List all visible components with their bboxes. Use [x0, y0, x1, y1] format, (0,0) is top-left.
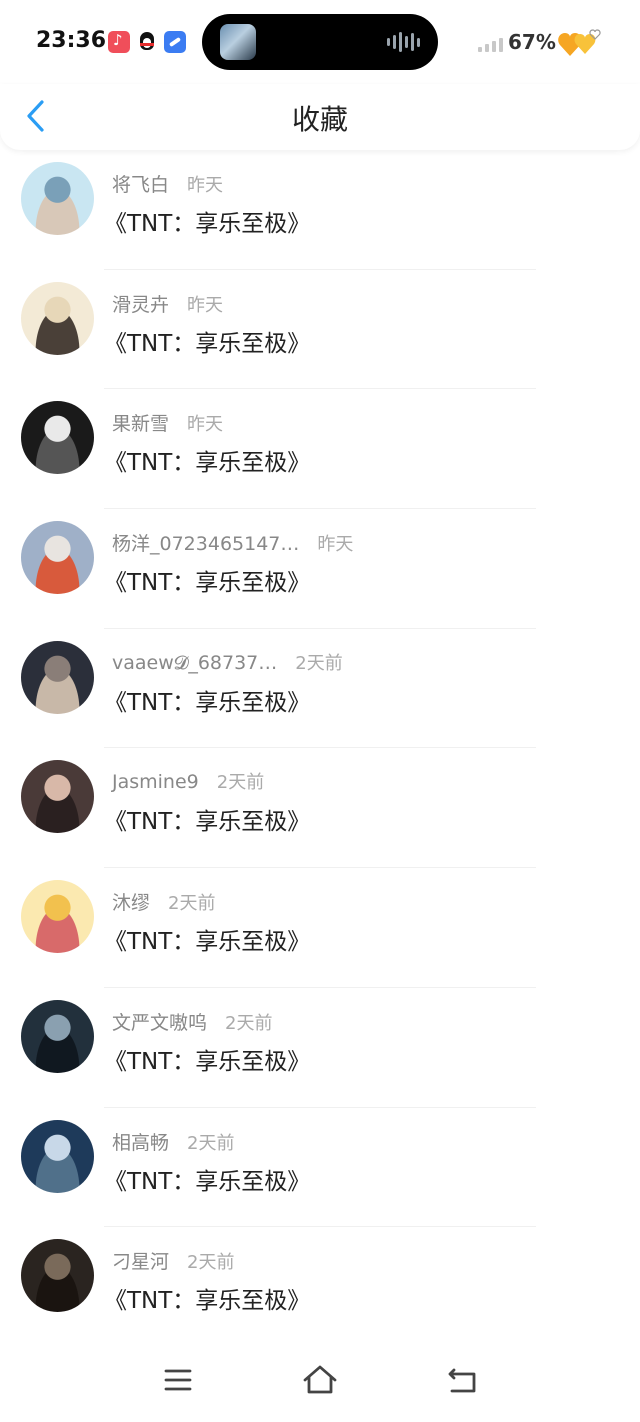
favorite-title: 《TNT：享乐至极》 — [104, 929, 311, 956]
timestamp: 昨天 — [187, 294, 224, 316]
meta-line: 滑灵卉 昨天 — [112, 290, 223, 317]
timestamp: 2天前 — [295, 652, 343, 674]
back-icon[interactable] — [442, 1362, 482, 1398]
battery-percentage: 67% — [508, 30, 556, 54]
favorite-item[interactable]: vaaew𝓓_68737… 2天前《TNT：享乐至极》 — [0, 629, 640, 749]
hearts-icon — [558, 29, 601, 56]
favorite-item[interactable]: 杨洋_0723465147… 昨天 《TNT：享乐至极》 — [0, 509, 640, 629]
username[interactable]: 相高畅 — [112, 1132, 169, 1154]
favorite-item[interactable]: 沐缪 2天前《TNT：享乐至极》 — [0, 868, 640, 988]
favorite-title: 《TNT：享乐至极》 — [104, 211, 311, 237]
dynamic-island[interactable] — [202, 14, 438, 70]
timestamp: 2天前 — [216, 772, 265, 794]
timestamp: 昨天 — [187, 414, 224, 436]
menu-icon[interactable] — [158, 1362, 198, 1398]
blue-app-icon — [164, 31, 186, 53]
header-bar: 收藏 — [0, 84, 640, 150]
username[interactable]: 文严文嗷呜 — [112, 1012, 207, 1034]
favorite-item[interactable]: 相高畅 2天前《TNT：享乐至极》 — [0, 1108, 640, 1228]
meta-line: 果新雪 昨天 — [112, 409, 223, 436]
avatar[interactable] — [21, 999, 94, 1073]
timestamp: 昨天 — [317, 534, 354, 556]
timestamp: 2天前 — [187, 1132, 235, 1154]
avatar[interactable] — [21, 760, 94, 834]
avatar[interactable] — [21, 521, 94, 595]
audio-wave-icon — [387, 32, 420, 52]
favorite-title: 《TNT：享乐至极》 — [104, 1168, 311, 1195]
favorite-item[interactable]: 滑灵卉 昨天《TNT：享乐至极》 — [0, 270, 640, 390]
username[interactable]: Jasmine9 — [112, 771, 199, 793]
meta-line: Jasmine9 2天前 — [112, 768, 264, 794]
username[interactable]: 杨洋_0723465147… — [112, 533, 299, 555]
status-bar: 23:36 67% — [0, 0, 640, 84]
favorite-title: 《TNT：享乐至极》 — [104, 1048, 311, 1075]
favorite-item[interactable]: Jasmine9 2天前《TNT：享乐至极》 — [0, 748, 640, 869]
system-nav-bar — [0, 1340, 640, 1422]
timestamp: 昨天 — [187, 175, 224, 196]
favorite-item[interactable]: 果新雪 昨天《TNT：享乐至极》 — [0, 389, 640, 510]
timestamp: 2天前 — [225, 1012, 273, 1034]
home-icon[interactable] — [300, 1362, 340, 1398]
username[interactable]: 沐缪 — [112, 892, 150, 914]
avatar[interactable] — [21, 281, 94, 355]
username[interactable]: vaaew𝓓_68737… — [112, 652, 277, 674]
avatar[interactable] — [21, 880, 94, 954]
timestamp: 2天前 — [187, 1252, 235, 1274]
avatar[interactable] — [21, 1119, 94, 1193]
favorite-item[interactable]: 文严文嗷呜 2天前《TNT：享乐至极》 — [0, 988, 640, 1108]
avatar[interactable] — [21, 640, 94, 714]
username[interactable]: 刁星河 — [112, 1251, 169, 1273]
timestamp: 2天前 — [168, 893, 216, 915]
favorite-title: 《TNT：享乐至极》 — [104, 330, 311, 357]
favorite-title: 《TNT：享乐至极》 — [104, 809, 311, 836]
meta-line: 相高畅 2天前 — [112, 1128, 234, 1155]
favorite-title: 《TNT：享乐至极》 — [104, 570, 311, 597]
avatar[interactable] — [21, 162, 94, 235]
username[interactable]: 果新雪 — [112, 413, 169, 435]
signal-icon — [478, 36, 503, 52]
username[interactable]: 滑灵卉 — [112, 294, 169, 316]
avatar[interactable] — [21, 1239, 94, 1313]
meta-line: 将飞白 昨天 — [112, 170, 223, 197]
page-title: 收藏 — [291, 103, 348, 136]
favorite-item[interactable]: 刁星河 2天前《TNT：享乐至极》 — [0, 1227, 640, 1347]
favorite-title: 《TNT：享乐至极》 — [104, 450, 311, 477]
favorite-title: 《TNT：享乐至极》 — [104, 689, 311, 716]
meta-line: vaaew𝓓_68737… 2天前 — [112, 649, 343, 675]
music-app-icon — [108, 31, 130, 53]
meta-line: 文严文嗷呜 2天前 — [112, 1008, 272, 1035]
meta-line: 杨洋_0723465147… 昨天 — [112, 529, 353, 556]
meta-line: 沐缪 2天前 — [112, 888, 215, 915]
favorite-title: 《TNT：享乐至极》 — [104, 1288, 311, 1315]
username[interactable]: 将飞白 — [112, 174, 169, 196]
media-thumbnail — [220, 24, 256, 60]
favorite-item[interactable]: 将飞白 昨天《TNT：享乐至极》 — [0, 150, 640, 270]
status-time: 23:36 — [36, 28, 107, 53]
qq-penguin-icon — [136, 31, 158, 53]
favorites-list: 将飞白 昨天 《TNT：享乐至极》 滑灵卉 昨天 《TNT：享乐至极》 果新雪 昨天 《TNT：… — [0, 150, 640, 1347]
meta-line: 刁星河 2天前 — [112, 1247, 234, 1274]
avatar[interactable] — [21, 401, 94, 475]
